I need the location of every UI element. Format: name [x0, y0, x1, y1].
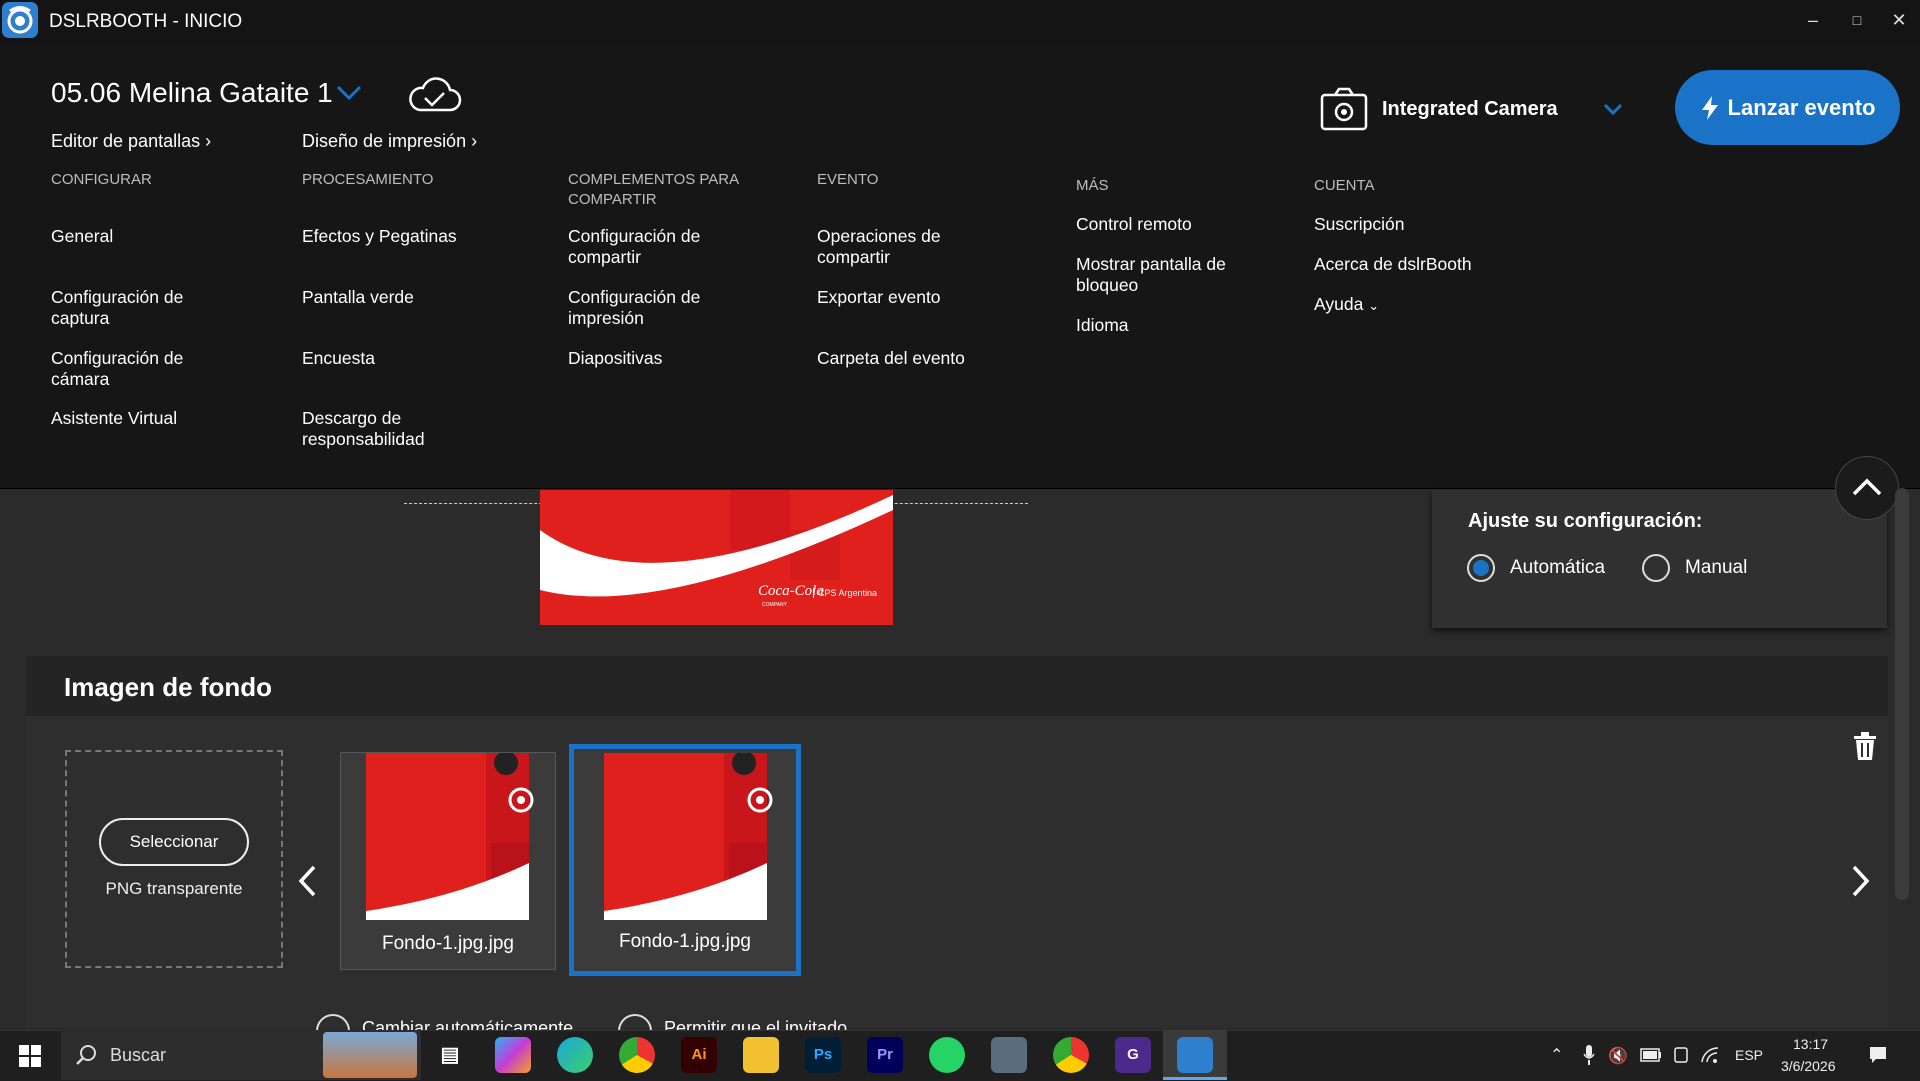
minimize-button[interactable]: –: [1798, 8, 1828, 32]
microphone-icon[interactable]: [1582, 1044, 1596, 1066]
chrome-profile-icon[interactable]: [619, 1037, 655, 1073]
device-icon[interactable]: [1672, 1046, 1690, 1064]
whatsapp-icon[interactable]: [929, 1037, 965, 1073]
edge-icon[interactable]: [557, 1037, 593, 1073]
radio-manual-label[interactable]: Manual: [1685, 557, 1747, 579]
launch-event-button[interactable]: Lanzar evento: [1675, 70, 1900, 145]
language-indicator[interactable]: ESP: [1735, 1047, 1763, 1063]
menu-item-disclaimer[interactable]: Descargo de responsabilidad: [302, 408, 462, 450]
collapse-menu-button[interactable]: [1835, 456, 1899, 520]
clock-date[interactable]: 3/6/2026: [1781, 1058, 1836, 1074]
close-button[interactable]: ✕: [1884, 8, 1914, 32]
section-header-configurar: CONFIGURAR: [51, 171, 152, 188]
section-header-mas: MÁS: [1076, 177, 1109, 194]
dslrbooth-logo-icon: [2, 2, 38, 38]
window-title: DSLRBOOTH - INICIO: [49, 11, 243, 32]
chevron-down-icon[interactable]: [335, 84, 363, 102]
section-header-procesamiento: PROCESAMIENTO: [302, 171, 434, 188]
chevron-down-icon[interactable]: [1602, 102, 1624, 118]
menu-item-general[interactable]: General: [51, 226, 231, 247]
menu-item-share-config[interactable]: Configuración de compartir: [568, 226, 728, 268]
maximize-button[interactable]: □: [1842, 8, 1872, 32]
tray-overflow-icon[interactable]: ⌃: [1550, 1045, 1563, 1065]
menu-item-export-event[interactable]: Exportar evento: [817, 287, 997, 308]
section-header-evento: EVENTO: [817, 171, 879, 188]
menu-item-share-operations[interactable]: Operaciones de compartir: [817, 226, 977, 268]
chevron-down-icon: ⌄: [1368, 298, 1380, 313]
chrome-icon[interactable]: [1053, 1037, 1089, 1073]
search-icon: [76, 1045, 96, 1065]
menu-item-survey[interactable]: Encuesta: [302, 348, 482, 369]
event-name[interactable]: 05.06 Melina Gataite 1: [51, 77, 333, 109]
scrollbar[interactable]: [1895, 488, 1909, 900]
chevron-right-icon: ›: [205, 131, 212, 151]
thumb-filename: Fondo-1.jpg.jpg: [381, 933, 515, 954]
premiere-icon[interactable]: Pr: [867, 1037, 903, 1073]
photoshop-icon[interactable]: Ps: [805, 1037, 841, 1073]
camera-select[interactable]: Integrated Camera: [1382, 98, 1558, 121]
menu-item-slideshow[interactable]: Diapositivas: [568, 348, 748, 369]
trash-icon[interactable]: [1852, 731, 1878, 761]
chevron-right-icon: ›: [471, 131, 478, 151]
notifications-icon[interactable]: [1868, 1045, 1888, 1065]
menu-item-capture-config[interactable]: Configuración de captura: [51, 287, 231, 329]
cloud-sync-icon[interactable]: [406, 76, 462, 114]
chevron-right-icon[interactable]: [1848, 864, 1872, 898]
menu-item-print-config[interactable]: Configuración de impresión: [568, 287, 728, 329]
eye-icon[interactable]: [740, 785, 780, 815]
select-button[interactable]: Seleccionar: [99, 818, 249, 866]
section-header-cuenta: CUENTA: [1314, 177, 1375, 194]
menu-item-effects-stickers[interactable]: Efectos y Pegatinas: [302, 226, 482, 247]
png-transparent-label: PNG transparente: [105, 879, 243, 898]
chevron-up-icon: [1852, 478, 1882, 496]
menu-item-remote-control[interactable]: Control remoto: [1076, 214, 1256, 235]
eye-icon[interactable]: [501, 785, 541, 815]
chevron-left-icon[interactable]: [296, 864, 320, 898]
copilot-icon[interactable]: [495, 1037, 531, 1073]
volume-muted-icon[interactable]: 🔇: [1608, 1046, 1628, 1066]
clock-time[interactable]: 13:17: [1793, 1036, 1828, 1052]
radio-automatic-label[interactable]: Automática: [1510, 557, 1605, 579]
search-highlight-image: [323, 1032, 417, 1078]
menu-item-green-screen[interactable]: Pantalla verde: [302, 287, 482, 308]
dslrbooth-taskbar-icon[interactable]: [1177, 1037, 1213, 1073]
menu-item-lock-screen[interactable]: Mostrar pantalla de bloqueo: [1076, 254, 1246, 296]
background-thumb[interactable]: Fondo-1.jpg.jpg: [340, 752, 556, 970]
menu-item-about[interactable]: Acerca de dslrBooth: [1314, 254, 1494, 275]
menu-item-subscription[interactable]: Suscripción: [1314, 214, 1494, 235]
calculator-icon[interactable]: [991, 1037, 1027, 1073]
screen-editor-link[interactable]: Editor de pantallas ›: [51, 131, 211, 152]
print-design-link[interactable]: Diseño de impresión ›: [302, 131, 477, 152]
background-section-header: [26, 656, 1888, 716]
settings-title: Ajuste su configuración:: [1468, 510, 1703, 532]
menu-item-virtual-assistant[interactable]: Asistente Virtual: [51, 408, 231, 429]
lightning-icon: [1701, 95, 1718, 120]
battery-icon[interactable]: [1640, 1048, 1662, 1062]
menu-item-camera-config[interactable]: Configuración de cámara: [51, 348, 231, 390]
background-thumb-selected[interactable]: Fondo-1.jpg.jpg: [569, 744, 801, 976]
search-placeholder: Buscar: [110, 1045, 167, 1065]
menu-item-event-folder[interactable]: Carpeta del evento: [817, 348, 997, 369]
menu-item-language[interactable]: Idioma: [1076, 315, 1256, 336]
camera-settings-icon[interactable]: [1320, 87, 1368, 131]
file-explorer-icon[interactable]: [743, 1037, 779, 1073]
radio-automatic[interactable]: [1467, 554, 1495, 582]
radio-manual[interactable]: [1642, 554, 1670, 582]
title-bar: [0, 0, 1920, 42]
thumb-filename: Fondo-1.jpg.jpg: [618, 931, 752, 952]
illustrator-icon[interactable]: Ai: [681, 1037, 717, 1073]
thumb-image: [604, 753, 767, 920]
template-preview: Coca-Cola COMPANY CPS Argentina: [540, 490, 893, 625]
section-header-complementos: COMPLEMENTOS PARA COMPARTIR: [568, 171, 739, 208]
background-section-title: Imagen de fondo: [64, 672, 272, 702]
windows-start-icon[interactable]: [19, 1045, 41, 1067]
thumb-image: [366, 753, 529, 920]
task-view-icon[interactable]: ▤: [432, 1037, 468, 1073]
wifi-icon[interactable]: [1700, 1046, 1720, 1064]
app-g-icon[interactable]: G: [1115, 1037, 1151, 1073]
menu-item-help[interactable]: Ayuda ⌄: [1314, 294, 1494, 316]
